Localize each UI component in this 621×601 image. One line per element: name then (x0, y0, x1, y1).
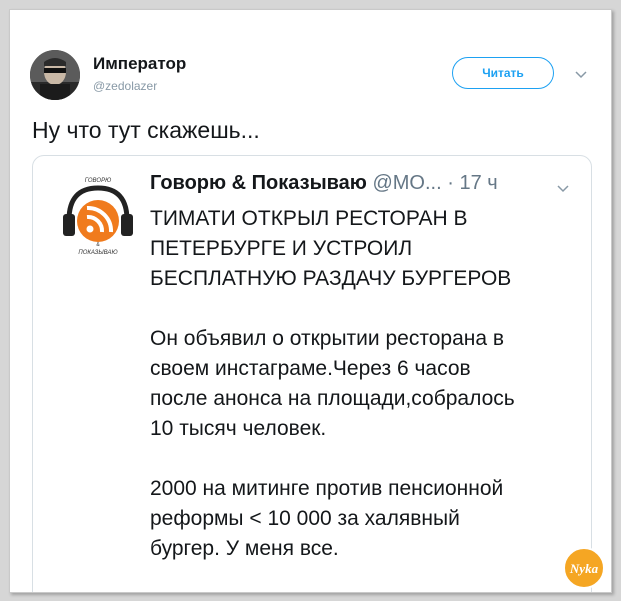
quoted-avatar-logo[interactable]: ГОВОРЮ & ПОКАЗЫВАЮ (61, 174, 135, 256)
quoted-timestamp[interactable]: 17 ч (459, 172, 497, 194)
quoted-author-handle[interactable]: @МО... (372, 172, 441, 194)
headline-line: БЕСПЛАТНУЮ РАЗДАЧУ БУРГЕРОВ (150, 267, 512, 290)
author-handle[interactable]: @zedolazer (93, 79, 157, 93)
author-name[interactable]: Император (93, 54, 186, 74)
logo-top-text: ГОВОРЮ (85, 178, 111, 184)
paragraph-line: Он объявил о открытии ресторана в (150, 327, 505, 350)
paragraph-line: реформы < 10 000 за халявный (150, 507, 460, 530)
avatar[interactable] (30, 50, 80, 100)
paragraph-line: 2000 на митинге против пенсионной (150, 477, 504, 500)
paragraph-line: своем инстаграме.Через 6 часов (150, 357, 471, 380)
follow-button[interactable]: Читать (452, 57, 554, 89)
quoted-author-name[interactable]: Говорю & Показываю (150, 172, 367, 194)
logo-bottom-text: ПОКАЗЫВАЮ (78, 250, 117, 256)
quoted-tweet[interactable]: ГОВОРЮ & ПОКАЗЫВАЮ Говорю & Показываю @М… (32, 155, 592, 592)
chevron-down-icon[interactable] (556, 184, 570, 194)
chevron-down-icon[interactable] (574, 70, 588, 80)
quoted-header: Говорю & Показываю @МО... · 17 ч (150, 172, 498, 195)
paragraph-line: после анонса на площади,собралось (150, 387, 515, 410)
watermark-text: Nyka (569, 561, 599, 576)
tweet-text: Ну что тут скажешь... (32, 117, 260, 143)
headline-line: ТИМАТИ ОТКРЫЛ РЕСТОРАН В (150, 207, 468, 230)
avatar-image (30, 50, 80, 100)
headline-line: ПЕТЕРБУРГЕ И УСТРОИЛ (150, 237, 413, 260)
quoted-body: ТИМАТИ ОТКРЫЛ РЕСТОРАН В ПЕТЕРБУРГЕ И УС… (150, 204, 570, 564)
separator-dot: · (447, 172, 454, 194)
paragraph-line: бургер. У меня все. (150, 537, 339, 560)
watermark-logo: Nyka (563, 547, 605, 589)
tweet-card: Император @zedolazer Читать Ну что тут с… (9, 9, 612, 593)
paragraph-line: 10 тысяч человек. (150, 417, 327, 440)
